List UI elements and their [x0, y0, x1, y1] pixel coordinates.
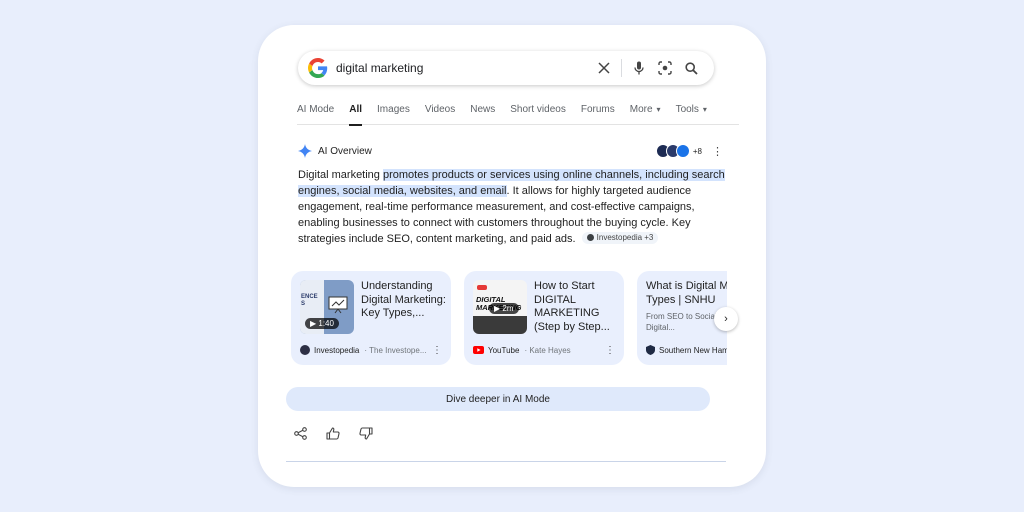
source-meta: · Kate Hayes: [524, 345, 571, 355]
more-options-icon[interactable]: ⋮: [712, 145, 723, 158]
tab-more[interactable]: More ▾: [630, 103, 661, 125]
gemini-sparkle-icon: [298, 144, 312, 158]
citation-label: Investopedia +3: [596, 232, 654, 242]
source-card[interactable]: DIGITAL MARKETING ▶ 2m How to Start DIGI…: [464, 271, 624, 365]
source-name: YouTube: [488, 345, 520, 355]
ai-overview-header: AI Overview +8 ⋮: [298, 143, 723, 159]
feedback-row: [292, 425, 391, 441]
mic-icon[interactable]: [626, 55, 652, 81]
close-icon[interactable]: [591, 55, 617, 81]
lens-icon[interactable]: [652, 55, 678, 81]
ai-overview-label: AI Overview: [318, 145, 372, 157]
source-avatar: [675, 144, 690, 158]
investopedia-icon: [586, 234, 594, 241]
investopedia-icon: [300, 345, 310, 355]
ai-text-start: Digital marketing: [298, 169, 383, 181]
tab-videos[interactable]: Videos: [425, 103, 455, 125]
thumbnail-photo: [473, 316, 527, 334]
more-options-icon[interactable]: ⋮: [432, 345, 442, 356]
search-tabs: AI Mode All Images Videos News Short vid…: [297, 103, 739, 126]
search-bar[interactable]: digital marketing: [298, 51, 714, 85]
source-name: Southern New Hampshire University: [659, 345, 727, 355]
thumbnail-text: ENCE S: [301, 294, 318, 307]
citation-chip[interactable]: Investopedia +3: [581, 231, 659, 244]
tab-news[interactable]: News: [470, 103, 495, 125]
source-cards-carousel: ENCE S ▶ 1:40 Understanding Digital Mark…: [291, 271, 727, 365]
video-thumbnail[interactable]: DIGITAL MARKETING ▶ 2m: [473, 280, 527, 334]
tab-forums[interactable]: Forums: [581, 103, 615, 125]
card-title[interactable]: Understanding Digital Marketing: Key Typ…: [361, 280, 447, 321]
video-duration: ▶ 1:40: [305, 318, 339, 329]
video-thumbnail[interactable]: ENCE S ▶ 1:40: [300, 280, 354, 334]
share-icon[interactable]: [292, 425, 308, 441]
phone-frame: digital marketing AI Mode All Images Vid…: [258, 25, 766, 487]
tab-tools[interactable]: Tools ▾: [676, 103, 707, 125]
google-g-icon: [308, 58, 328, 78]
chevron-right-icon: ›: [724, 313, 728, 325]
card-source: Investopedia · The Investope... ⋮: [300, 344, 442, 356]
source-avatars[interactable]: +8: [655, 144, 702, 158]
video-duration: ▶ 2m: [489, 303, 519, 314]
carousel-next-button[interactable]: ›: [714, 307, 738, 331]
caret-down-icon: ▾: [702, 105, 707, 114]
youtube-icon: [473, 346, 484, 354]
channel-logo: [477, 285, 487, 290]
card-title[interactable]: What is Digital Marketing? 8 Types | SNH…: [646, 280, 727, 307]
thumbs-down-icon[interactable]: [358, 425, 374, 441]
thumbs-up-icon[interactable]: [325, 425, 341, 441]
card-source: YouTube · Kate Hayes ⋮: [473, 344, 615, 356]
caret-down-icon: ▾: [656, 105, 661, 114]
sources-count: +8: [692, 146, 702, 156]
source-meta: · The Investope...: [364, 345, 427, 355]
search-divider: [621, 59, 622, 77]
source-name: Investopedia: [314, 345, 360, 355]
card-title[interactable]: How to Start DIGITAL MARKETING (Step by …: [534, 280, 620, 334]
shield-icon: [646, 345, 655, 355]
tab-ai-mode[interactable]: AI Mode: [297, 103, 334, 125]
tab-short-videos[interactable]: Short videos: [510, 103, 566, 125]
source-card[interactable]: ENCE S ▶ 1:40 Understanding Digital Mark…: [291, 271, 451, 365]
dive-deeper-button[interactable]: Dive deeper in AI Mode: [286, 387, 710, 411]
tab-all[interactable]: All: [349, 103, 362, 126]
ai-overview-text: Digital marketing promotes products or s…: [298, 167, 728, 247]
search-input[interactable]: digital marketing: [336, 61, 591, 75]
search-icon[interactable]: [678, 55, 704, 81]
more-options-icon[interactable]: ⋮: [605, 345, 615, 356]
card-source: Southern New Hampshire University: [646, 344, 727, 356]
tab-images[interactable]: Images: [377, 103, 410, 125]
presentation-board-icon: [328, 296, 348, 314]
bottom-divider: [286, 461, 726, 462]
